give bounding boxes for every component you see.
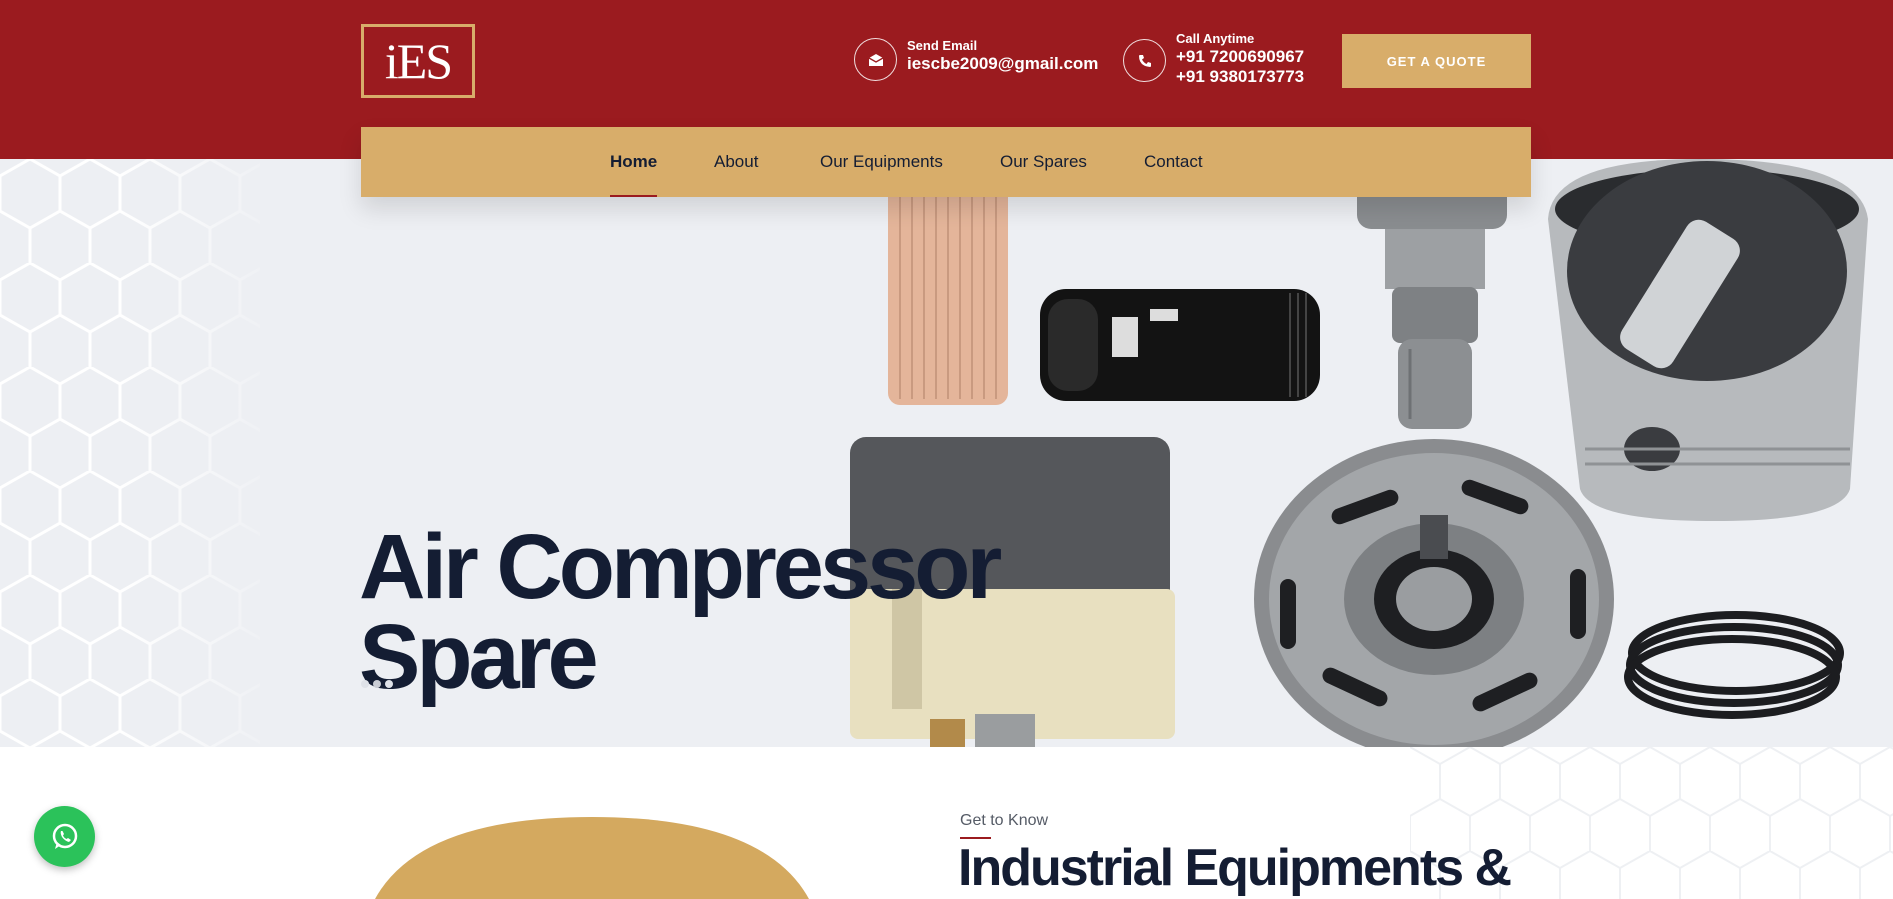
- hero-title-line2: Spare: [359, 606, 599, 708]
- phone-value-1[interactable]: +91 7200690967: [1176, 47, 1304, 67]
- whatsapp-icon: [52, 823, 77, 849]
- valve-plate-image: [1254, 439, 1614, 747]
- about-subtitle: Get to Know: [960, 812, 1049, 829]
- whatsapp-button[interactable]: [34, 806, 95, 867]
- nav-item-contact-label: Contact: [1144, 152, 1203, 171]
- email-value[interactable]: iescbe2009@gmail.com: [907, 54, 1098, 74]
- slider-dot-2[interactable]: [373, 680, 381, 688]
- envelope-icon: [854, 38, 897, 81]
- slider-dots: [361, 680, 393, 688]
- nav-item-our-spares[interactable]: Our Spares: [1000, 127, 1087, 197]
- nav-item-our-equipments-label: Our Equipments: [820, 152, 943, 171]
- nav-item-our-spares-label: Our Spares: [1000, 152, 1087, 171]
- site-logo[interactable]: iES: [361, 24, 475, 98]
- oil-filter-image: [1040, 289, 1320, 401]
- hero-title: Air Compressor Spare: [359, 521, 1002, 703]
- phone-contact[interactable]: Call Anytime +91 7200690967 +91 93801737…: [1123, 31, 1304, 87]
- phone-label: Call Anytime: [1176, 31, 1255, 46]
- main-navigation: Home About Our Equipments Our Spares Con…: [361, 127, 1531, 197]
- nav-item-home[interactable]: Home: [610, 127, 658, 197]
- air-filter-image: [888, 167, 1008, 405]
- logo-text: iES: [384, 33, 453, 89]
- about-decorative-arc: [375, 817, 809, 899]
- piston-rings-image: [1624, 611, 1844, 719]
- slider-dot-1[interactable]: [361, 680, 369, 688]
- hero-title-line1: Air Compressor: [359, 516, 1002, 618]
- pipe-fitting-image: [1357, 159, 1507, 429]
- get-a-quote-button[interactable]: GET A QUOTE: [1342, 34, 1531, 88]
- nav-item-about[interactable]: About: [714, 127, 758, 197]
- slider-dot-3[interactable]: [385, 680, 393, 688]
- phone-icon: [1123, 39, 1166, 82]
- about-section-background: [375, 747, 1893, 899]
- nav-active-indicator: [610, 195, 658, 197]
- piston-image: [1548, 159, 1868, 521]
- nav-item-about-label: About: [714, 152, 759, 171]
- hero-section: Air Compressor Spare: [0, 159, 1893, 747]
- email-contact[interactable]: Send Email iescbe2009@gmail.com: [854, 38, 1098, 81]
- about-title: Industrial Equipments &: [958, 839, 1512, 897]
- phone-value-2[interactable]: +91 9380173773: [1176, 67, 1304, 87]
- header-bar: iES Send Email iescbe2009@gmail.com Call…: [0, 0, 1893, 197]
- email-label: Send Email: [907, 38, 978, 53]
- nav-item-home-label: Home: [610, 152, 658, 171]
- nav-item-contact[interactable]: Contact: [1144, 127, 1203, 197]
- nav-item-our-equipments[interactable]: Our Equipments: [820, 127, 943, 197]
